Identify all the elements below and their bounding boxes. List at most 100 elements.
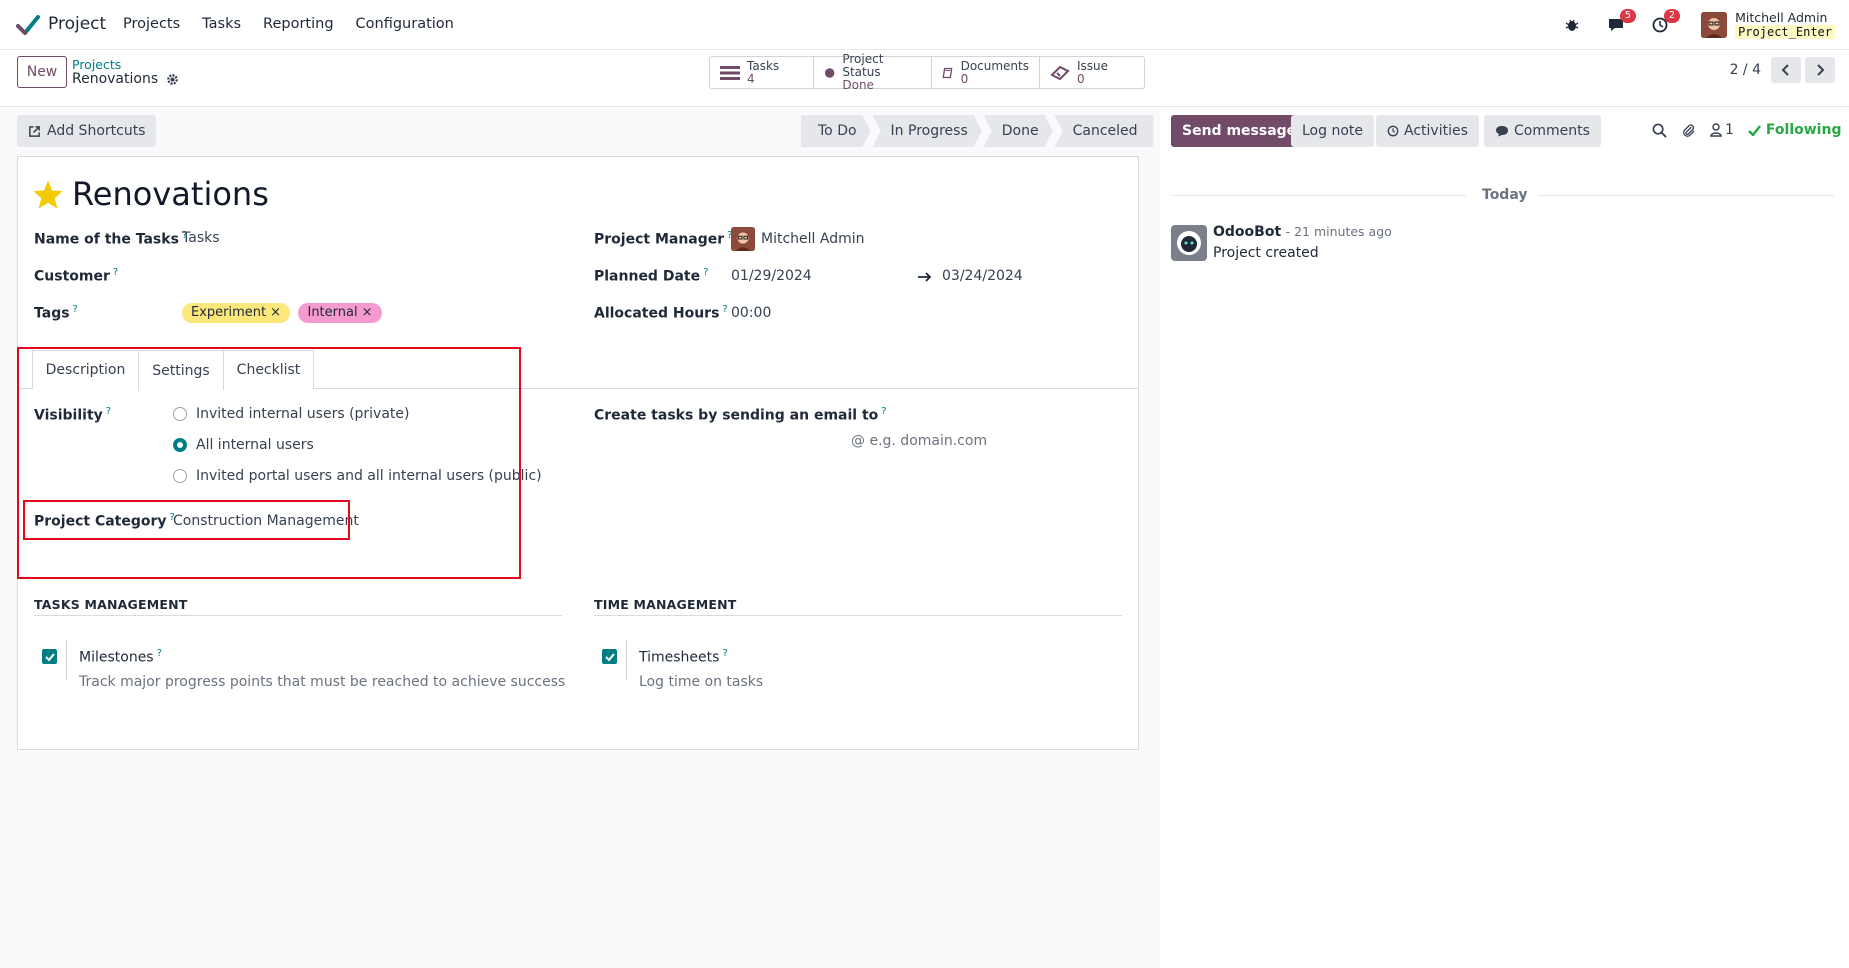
main-menu: Projects Tasks Reporting Configuration	[123, 16, 454, 32]
activities-button[interactable]: Activities	[1376, 115, 1479, 147]
pager-value[interactable]: 2 / 4	[1730, 62, 1761, 78]
tag-experiment: Experiment ×	[182, 303, 291, 323]
star-favorite-icon[interactable]	[32, 179, 64, 210]
message-author[interactable]: OdooBot	[1213, 224, 1281, 240]
activities-badge: 2	[1663, 9, 1681, 23]
tasks-name-label: Name of the Tasks?	[34, 230, 188, 248]
remove-tag-icon[interactable]: ×	[362, 305, 373, 320]
message-body: Project created	[1213, 245, 1319, 261]
project-manager-label: Project Manager?	[594, 230, 733, 248]
pager-previous-button[interactable]	[1771, 57, 1801, 83]
pager-next-button[interactable]	[1805, 57, 1835, 83]
activities-clock-icon[interactable]: 2	[1649, 9, 1681, 36]
send-message-button[interactable]: Send message	[1171, 115, 1308, 147]
ticket-icon	[1050, 65, 1070, 80]
add-shortcuts-button[interactable]: Add Shortcuts	[17, 115, 157, 147]
user-icon	[1710, 123, 1722, 137]
menu-tasks[interactable]: Tasks	[202, 16, 241, 32]
date-divider-line	[1538, 195, 1834, 196]
allocated-hours-label: Allocated Hours?	[594, 304, 728, 322]
allocated-hours-field[interactable]: 00:00	[731, 305, 771, 321]
stage-in-progress[interactable]: In Progress	[873, 115, 982, 147]
new-button[interactable]: New	[17, 56, 67, 88]
help-icon[interactable]: ?	[703, 267, 708, 278]
clock-icon	[1387, 125, 1399, 137]
pager: 2 / 4	[1730, 57, 1835, 83]
timesheets-description: Log time on tasks	[639, 674, 764, 690]
timesheets-label: Timesheets?	[639, 648, 728, 666]
milestones-label: Milestones?	[79, 648, 162, 666]
planned-date-end[interactable]: 03/24/2024	[942, 268, 1023, 284]
stage-to-do[interactable]: To Do	[801, 115, 871, 147]
user-menu[interactable]: Mitchell Admin Project_Enter	[1735, 10, 1835, 40]
date-divider-line	[1171, 195, 1466, 196]
planned-date-start[interactable]: 01/29/2024	[731, 268, 812, 284]
user-name: Mitchell Admin	[1735, 10, 1828, 25]
remove-tag-icon[interactable]: ×	[270, 305, 281, 320]
status-dot-icon	[824, 67, 835, 78]
help-icon[interactable]: ?	[722, 648, 727, 659]
help-icon[interactable]: ?	[113, 267, 118, 278]
setting-divider	[66, 640, 67, 680]
messages-badge: 5	[1619, 9, 1637, 23]
tasks-management-title: TASKS MANAGEMENT	[34, 597, 188, 612]
project-title: Renovations	[32, 175, 269, 213]
setting-divider	[626, 640, 627, 680]
date-separator: Today	[1482, 187, 1528, 203]
stage-done[interactable]: Done	[984, 115, 1053, 147]
stage-canceled[interactable]: Canceled	[1054, 115, 1154, 147]
issue-smart-button[interactable]: Issue 0	[1040, 57, 1144, 88]
manager-avatar	[731, 227, 755, 251]
app-name[interactable]: Project	[48, 14, 106, 34]
tasks-name-field[interactable]: Tasks	[182, 230, 220, 246]
check-icon	[604, 652, 615, 661]
chatter-topbar-icons: 1 Following	[1652, 122, 1841, 138]
tasks-smart-button[interactable]: Tasks 4	[710, 57, 814, 88]
smart-buttons: Tasks 4 Project Status Done Documents 0 Iss…	[709, 53, 1145, 92]
planned-date-label: Planned Date?	[594, 267, 709, 285]
tags-label: Tags?	[34, 304, 78, 322]
time-management-title: TIME MANAGEMENT	[594, 597, 737, 612]
timesheets-checkbox[interactable]	[602, 649, 617, 664]
customer-label: Customer?	[34, 267, 119, 285]
followers-button[interactable]: 1	[1710, 122, 1734, 138]
help-icon[interactable]: ?	[722, 304, 727, 315]
help-icon[interactable]: ?	[881, 406, 886, 417]
project-name[interactable]: Renovations	[72, 175, 269, 213]
project-status-smart-button[interactable]: Project Status Done	[814, 53, 932, 92]
documents-smart-button[interactable]: Documents 0	[932, 57, 1040, 88]
search-icon[interactable]	[1652, 123, 1667, 138]
gear-icon[interactable]	[166, 73, 179, 86]
menu-reporting[interactable]: Reporting	[263, 16, 334, 32]
project-manager-field[interactable]: Mitchell Admin	[731, 227, 865, 251]
customer-field[interactable]	[182, 265, 562, 287]
log-note-button[interactable]: Log note	[1291, 115, 1374, 147]
menu-projects[interactable]: Projects	[123, 16, 180, 32]
help-icon[interactable]: ?	[73, 304, 78, 315]
tags-field[interactable]: Experiment × Internal ×	[182, 303, 386, 323]
messages-icon[interactable]: 5	[1605, 9, 1637, 36]
check-icon	[44, 652, 55, 661]
tasks-icon	[720, 65, 740, 80]
odoobot-avatar[interactable]	[1171, 225, 1207, 261]
milestones-description: Track major progress points that must be…	[79, 674, 566, 690]
paperclip-icon[interactable]	[1681, 122, 1696, 138]
user-avatar[interactable]	[1701, 12, 1728, 38]
menu-configuration[interactable]: Configuration	[356, 16, 454, 32]
project-app-logo[interactable]	[16, 14, 40, 36]
breadcrumb-projects[interactable]: Projects	[72, 57, 179, 72]
message-header: OdooBot - 21 minutes ago	[1213, 224, 1392, 240]
following-button[interactable]: Following	[1748, 122, 1841, 138]
comment-icon	[1496, 126, 1508, 137]
help-icon[interactable]: ?	[157, 648, 162, 659]
check-icon	[1748, 124, 1761, 136]
debug-bug-icon[interactable]	[1561, 14, 1583, 36]
comments-button[interactable]: Comments	[1484, 115, 1601, 147]
milestones-checkbox[interactable]	[42, 649, 57, 664]
top-navbar: Project Projects Tasks Reporting Configu…	[0, 0, 1849, 50]
section-divider	[594, 615, 1122, 616]
email-alias-field[interactable]: @ e.g. domain.com	[851, 433, 987, 449]
chevron-left-icon	[1781, 64, 1789, 76]
book-icon	[942, 67, 953, 78]
email-alias-label: Create tasks by sending an email to?	[594, 406, 887, 424]
